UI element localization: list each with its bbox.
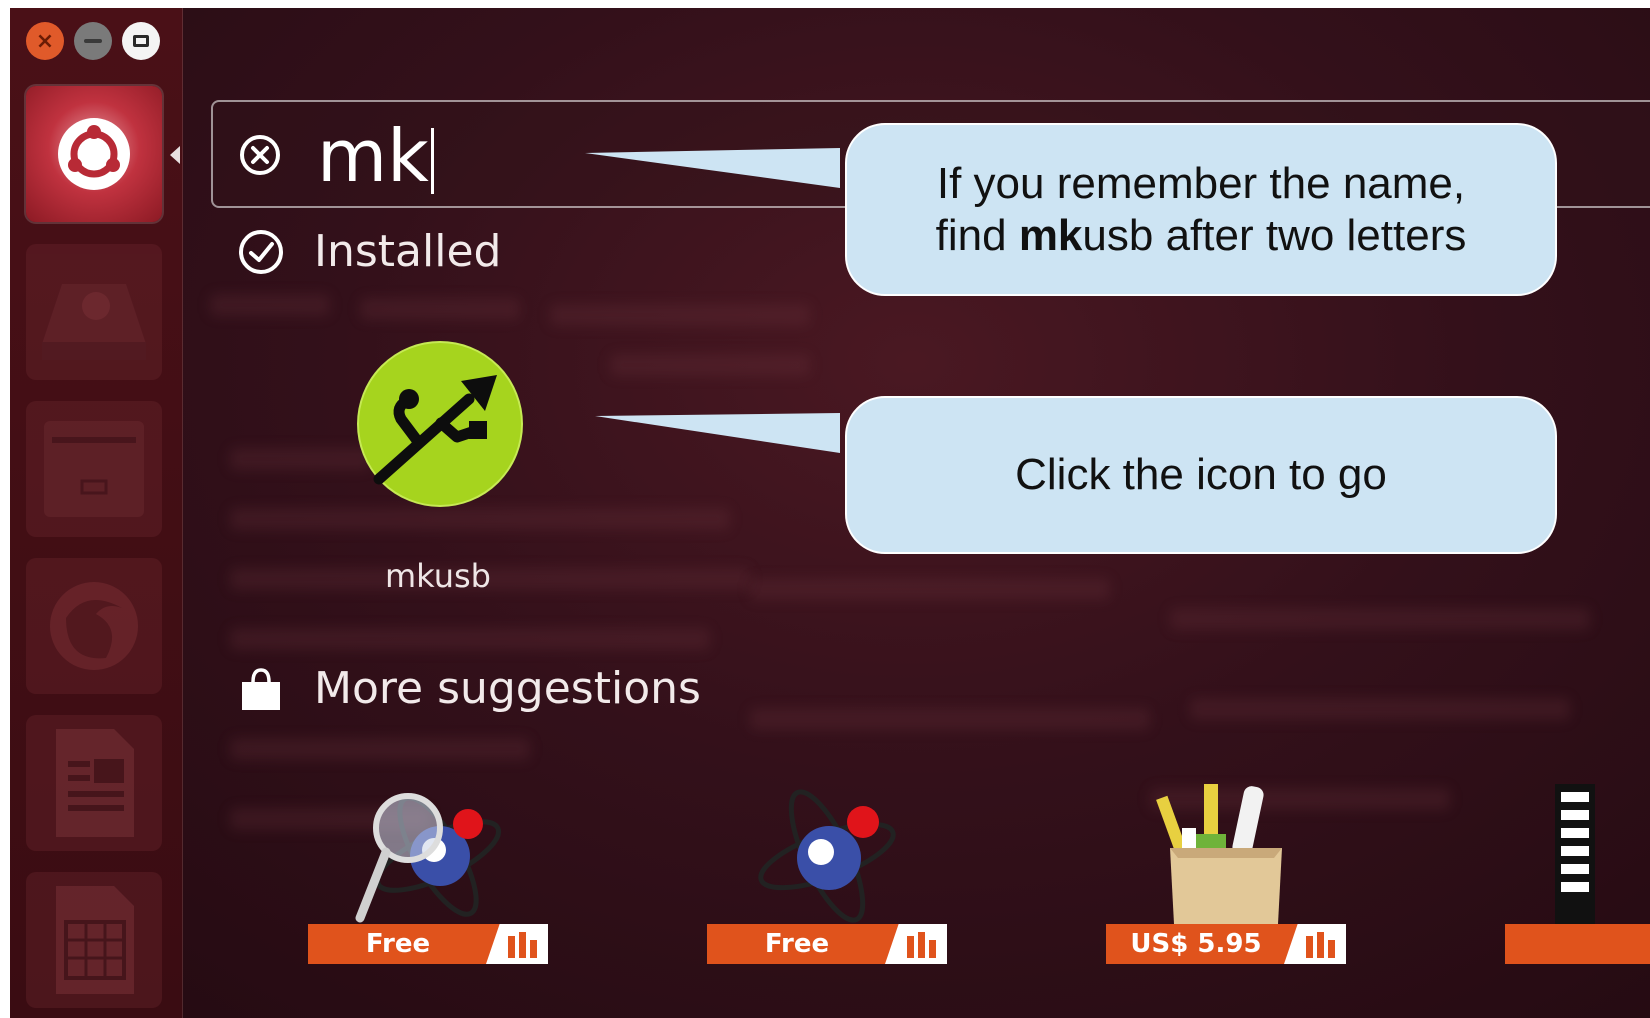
usb-icon[interactable] — [357, 341, 523, 507]
rating-icon — [486, 924, 548, 964]
launcher-item-files[interactable] — [26, 244, 162, 380]
price-label: US$ 5.95 — [1130, 929, 1262, 959]
partial-app-icon — [1555, 784, 1595, 924]
minimize-button[interactable] — [74, 22, 112, 60]
app-label: mkusb — [385, 557, 491, 595]
callout-1-suffix: usb after two letters — [1082, 210, 1467, 260]
callout-remember-name: If you remember the name, find mkusb aft… — [845, 123, 1557, 296]
callout-1-prefix: find — [935, 210, 1019, 260]
suggestion-item[interactable] — [1505, 778, 1650, 968]
callout-1-bold: mk — [1018, 210, 1083, 260]
suggestion-item[interactable]: US$ 5.95 — [1106, 778, 1346, 968]
price-badge: US$ 5.95 — [1106, 924, 1346, 964]
suggestion-item[interactable]: Free — [707, 778, 947, 968]
more-suggestions-label: More suggestions — [314, 663, 701, 714]
installed-heading[interactable]: Installed — [236, 226, 501, 277]
app-result-mkusb[interactable]: mkusb — [355, 341, 525, 595]
price-label: Free — [764, 929, 830, 959]
suggestion-item[interactable]: Free — [308, 778, 548, 968]
molecule-search-icon — [355, 793, 502, 923]
launcher-item-firefox[interactable] — [26, 558, 162, 694]
launcher-item-calc[interactable] — [26, 872, 162, 1008]
price-badge — [1505, 924, 1650, 964]
close-icon: × — [35, 28, 55, 54]
price-label: Free — [365, 929, 431, 959]
firefox-icon — [50, 582, 138, 670]
launcher-item-archive[interactable] — [26, 401, 162, 537]
price-badge: Free — [707, 924, 947, 964]
more-suggestions-heading[interactable]: More suggestions — [236, 663, 701, 714]
shopping-bag-icon — [242, 667, 280, 710]
active-launcher-indicator — [170, 146, 180, 164]
search-query: mk — [317, 114, 434, 198]
callout-2-text: Click the icon to go — [1015, 450, 1387, 499]
archive-icon — [44, 421, 144, 517]
callout-click-icon: Click the icon to go — [845, 396, 1557, 554]
file-manager-icon — [42, 284, 146, 360]
check-circle-icon — [239, 229, 283, 274]
callout-1-line-1: If you remember the name, — [936, 158, 1466, 208]
price-badge: Free — [308, 924, 548, 964]
maximize-button[interactable] — [122, 22, 160, 60]
dash-screen: × mk Installed mkusb More suggestions Fr… — [10, 8, 1650, 1018]
ubuntu-dash-icon — [58, 118, 130, 190]
launcher-item-writer[interactable] — [26, 715, 162, 851]
rating-icon — [1284, 924, 1346, 964]
installed-heading-label: Installed — [314, 226, 502, 277]
search-query-text: mk — [317, 114, 429, 198]
molecule-icon — [758, 789, 896, 923]
launcher-item-dash[interactable] — [26, 86, 162, 222]
clear-search-icon[interactable] — [239, 134, 281, 176]
callout-1-line-2: find mkusb after two letters — [936, 210, 1467, 262]
calc-spreadsheet-icon — [56, 886, 134, 994]
writer-document-icon — [56, 729, 134, 837]
text-caret — [430, 128, 434, 195]
rating-icon — [885, 924, 947, 964]
tools-box-icon — [1156, 784, 1282, 924]
close-button[interactable]: × — [26, 22, 64, 60]
launcher: × — [10, 8, 183, 1018]
